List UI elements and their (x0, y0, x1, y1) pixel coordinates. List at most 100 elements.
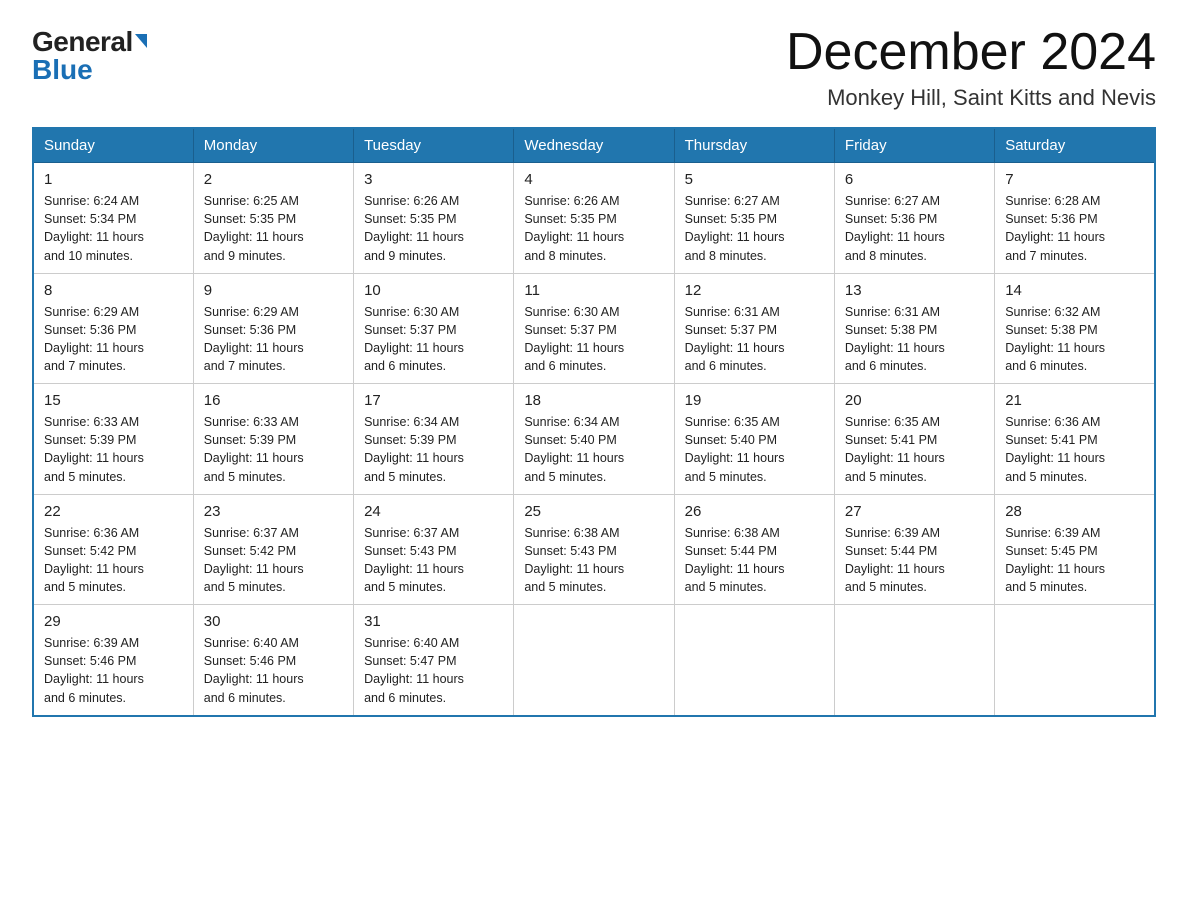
calendar-cell: 28Sunrise: 6:39 AMSunset: 5:45 PMDayligh… (995, 494, 1155, 605)
day-info: Sunrise: 6:26 AMSunset: 5:35 PMDaylight:… (364, 192, 503, 265)
calendar-cell: 14 Sunrise: 6:32 AMSunset: 5:38 PMDayligh… (995, 273, 1155, 384)
weekday-header: Saturday (995, 128, 1155, 163)
logo-blue-text: Blue (32, 56, 93, 84)
day-number: 12 (685, 282, 824, 299)
weekday-header: Wednesday (514, 128, 674, 163)
day-number: 15 (44, 392, 183, 409)
day-number: 7 (1005, 171, 1144, 188)
day-number: 20 (845, 392, 984, 409)
day-info: Sunrise: 6:39 AMSunset: 5:45 PMDaylight:… (1005, 524, 1144, 597)
calendar-cell: 11 Sunrise: 6:30 AMSunset: 5:37 PMDayligh… (514, 273, 674, 384)
day-number: 11 (524, 282, 663, 299)
day-info: Sunrise: 6:31 AMSunset: 5:38 PMDaylight:… (845, 303, 984, 376)
title-block: December 2024 Monkey Hill, Saint Kitts a… (786, 24, 1156, 111)
day-info: Sunrise: 6:27 AMSunset: 5:36 PMDaylight:… (845, 192, 984, 265)
day-number: 17 (364, 392, 503, 409)
calendar-cell: 1 Sunrise: 6:24 AMSunset: 5:34 PMDaylight… (33, 163, 193, 274)
calendar-cell: 3 Sunrise: 6:26 AMSunset: 5:35 PMDaylight… (354, 163, 514, 274)
logo-general-text: General (32, 28, 133, 56)
day-info: Sunrise: 6:40 AMSunset: 5:47 PMDaylight:… (364, 634, 503, 707)
day-info: Sunrise: 6:38 AMSunset: 5:44 PMDaylight:… (685, 524, 824, 597)
day-info: Sunrise: 6:27 AMSunset: 5:35 PMDaylight:… (685, 192, 824, 265)
calendar-cell: 12Sunrise: 6:31 AMSunset: 5:37 PMDayligh… (674, 273, 834, 384)
day-info: Sunrise: 6:39 AMSunset: 5:44 PMDaylight:… (845, 524, 984, 597)
calendar-cell: 20Sunrise: 6:35 AMSunset: 5:41 PMDayligh… (834, 384, 994, 495)
calendar-week: 8Sunrise: 6:29 AMSunset: 5:36 PMDaylight… (33, 273, 1155, 384)
calendar-table: SundayMondayTuesdayWednesdayThursdayFrid… (32, 127, 1156, 717)
weekday-header: Friday (834, 128, 994, 163)
calendar-cell: 15Sunrise: 6:33 AMSunset: 5:39 PMDayligh… (33, 384, 193, 495)
calendar-cell: 21Sunrise: 6:36 AMSunset: 5:41 PMDayligh… (995, 384, 1155, 495)
day-number: 16 (204, 392, 343, 409)
day-number: 24 (364, 503, 503, 520)
day-info: Sunrise: 6:29 AMSunset: 5:36 PMDaylight:… (44, 303, 183, 376)
day-number: 6 (845, 171, 984, 188)
day-info: Sunrise: 6:26 AMSunset: 5:35 PMDaylight:… (524, 192, 663, 265)
day-info: Sunrise: 6:33 AMSunset: 5:39 PMDaylight:… (204, 413, 343, 486)
calendar-header: SundayMondayTuesdayWednesdayThursdayFrid… (33, 128, 1155, 163)
weekday-header: Thursday (674, 128, 834, 163)
weekday-header: Sunday (33, 128, 193, 163)
location-title: Monkey Hill, Saint Kitts and Nevis (786, 85, 1156, 111)
calendar-cell: 27 Sunrise: 6:39 AMSunset: 5:44 PMDayligh… (834, 494, 994, 605)
calendar-cell: 29 Sunrise: 6:39 AMSunset: 5:46 PMDayligh… (33, 605, 193, 716)
day-number: 29 (44, 613, 183, 630)
logo-arrow-icon (135, 34, 147, 48)
calendar-cell (834, 605, 994, 716)
day-info: Sunrise: 6:40 AMSunset: 5:46 PMDaylight:… (204, 634, 343, 707)
calendar-cell (674, 605, 834, 716)
calendar-body: 1 Sunrise: 6:24 AMSunset: 5:34 PMDaylight… (33, 163, 1155, 716)
day-info: Sunrise: 6:37 AMSunset: 5:42 PMDaylight:… (204, 524, 343, 597)
day-info: Sunrise: 6:25 AMSunset: 5:35 PMDaylight:… (204, 192, 343, 265)
calendar-cell: 9 Sunrise: 6:29 AMSunset: 5:36 PMDaylight… (193, 273, 353, 384)
calendar-cell: 16 Sunrise: 6:33 AMSunset: 5:39 PMDayligh… (193, 384, 353, 495)
calendar-cell: 26Sunrise: 6:38 AMSunset: 5:44 PMDayligh… (674, 494, 834, 605)
calendar-cell: 4 Sunrise: 6:26 AMSunset: 5:35 PMDaylight… (514, 163, 674, 274)
day-number: 14 (1005, 282, 1144, 299)
calendar-week: 22Sunrise: 6:36 AMSunset: 5:42 PMDayligh… (33, 494, 1155, 605)
month-title: December 2024 (786, 24, 1156, 81)
calendar-cell: 19 Sunrise: 6:35 AMSunset: 5:40 PMDayligh… (674, 384, 834, 495)
calendar-cell: 10 Sunrise: 6:30 AMSunset: 5:37 PMDayligh… (354, 273, 514, 384)
day-number: 3 (364, 171, 503, 188)
day-info: Sunrise: 6:36 AMSunset: 5:41 PMDaylight:… (1005, 413, 1144, 486)
day-number: 27 (845, 503, 984, 520)
weekday-header: Monday (193, 128, 353, 163)
calendar-cell: 18 Sunrise: 6:34 AMSunset: 5:40 PMDayligh… (514, 384, 674, 495)
day-number: 9 (204, 282, 343, 299)
day-number: 13 (845, 282, 984, 299)
calendar-week: 29 Sunrise: 6:39 AMSunset: 5:46 PMDayligh… (33, 605, 1155, 716)
day-number: 10 (364, 282, 503, 299)
calendar-cell: 25 Sunrise: 6:38 AMSunset: 5:43 PMDayligh… (514, 494, 674, 605)
day-number: 5 (685, 171, 824, 188)
day-number: 25 (524, 503, 663, 520)
day-info: Sunrise: 6:29 AMSunset: 5:36 PMDaylight:… (204, 303, 343, 376)
calendar-cell: 31Sunrise: 6:40 AMSunset: 5:47 PMDayligh… (354, 605, 514, 716)
day-info: Sunrise: 6:30 AMSunset: 5:37 PMDaylight:… (364, 303, 503, 376)
calendar-cell: 24 Sunrise: 6:37 AMSunset: 5:43 PMDayligh… (354, 494, 514, 605)
day-info: Sunrise: 6:39 AMSunset: 5:46 PMDaylight:… (44, 634, 183, 707)
day-info: Sunrise: 6:36 AMSunset: 5:42 PMDaylight:… (44, 524, 183, 597)
day-info: Sunrise: 6:34 AMSunset: 5:40 PMDaylight:… (524, 413, 663, 486)
calendar-cell: 30 Sunrise: 6:40 AMSunset: 5:46 PMDayligh… (193, 605, 353, 716)
day-info: Sunrise: 6:37 AMSunset: 5:43 PMDaylight:… (364, 524, 503, 597)
day-number: 19 (685, 392, 824, 409)
day-info: Sunrise: 6:30 AMSunset: 5:37 PMDaylight:… (524, 303, 663, 376)
calendar-week: 1 Sunrise: 6:24 AMSunset: 5:34 PMDaylight… (33, 163, 1155, 274)
day-info: Sunrise: 6:38 AMSunset: 5:43 PMDaylight:… (524, 524, 663, 597)
day-number: 30 (204, 613, 343, 630)
calendar-cell: 6 Sunrise: 6:27 AMSunset: 5:36 PMDaylight… (834, 163, 994, 274)
day-info: Sunrise: 6:35 AMSunset: 5:40 PMDaylight:… (685, 413, 824, 486)
calendar-cell: 13 Sunrise: 6:31 AMSunset: 5:38 PMDayligh… (834, 273, 994, 384)
day-info: Sunrise: 6:24 AMSunset: 5:34 PMDaylight:… (44, 192, 183, 265)
calendar-week: 15 Sunrise: 6:33 AMSunset: 5:39 PMDayligh… (33, 384, 1155, 495)
day-number: 2 (204, 171, 343, 188)
day-number: 1 (44, 171, 183, 188)
calendar-cell (995, 605, 1155, 716)
calendar-cell: 5 Sunrise: 6:27 AMSunset: 5:35 PMDaylight… (674, 163, 834, 274)
day-info: Sunrise: 6:28 AMSunset: 5:36 PMDaylight:… (1005, 192, 1144, 265)
day-info: Sunrise: 6:32 AMSunset: 5:38 PMDaylight:… (1005, 303, 1144, 376)
day-number: 4 (524, 171, 663, 188)
day-number: 18 (524, 392, 663, 409)
weekday-header: Tuesday (354, 128, 514, 163)
